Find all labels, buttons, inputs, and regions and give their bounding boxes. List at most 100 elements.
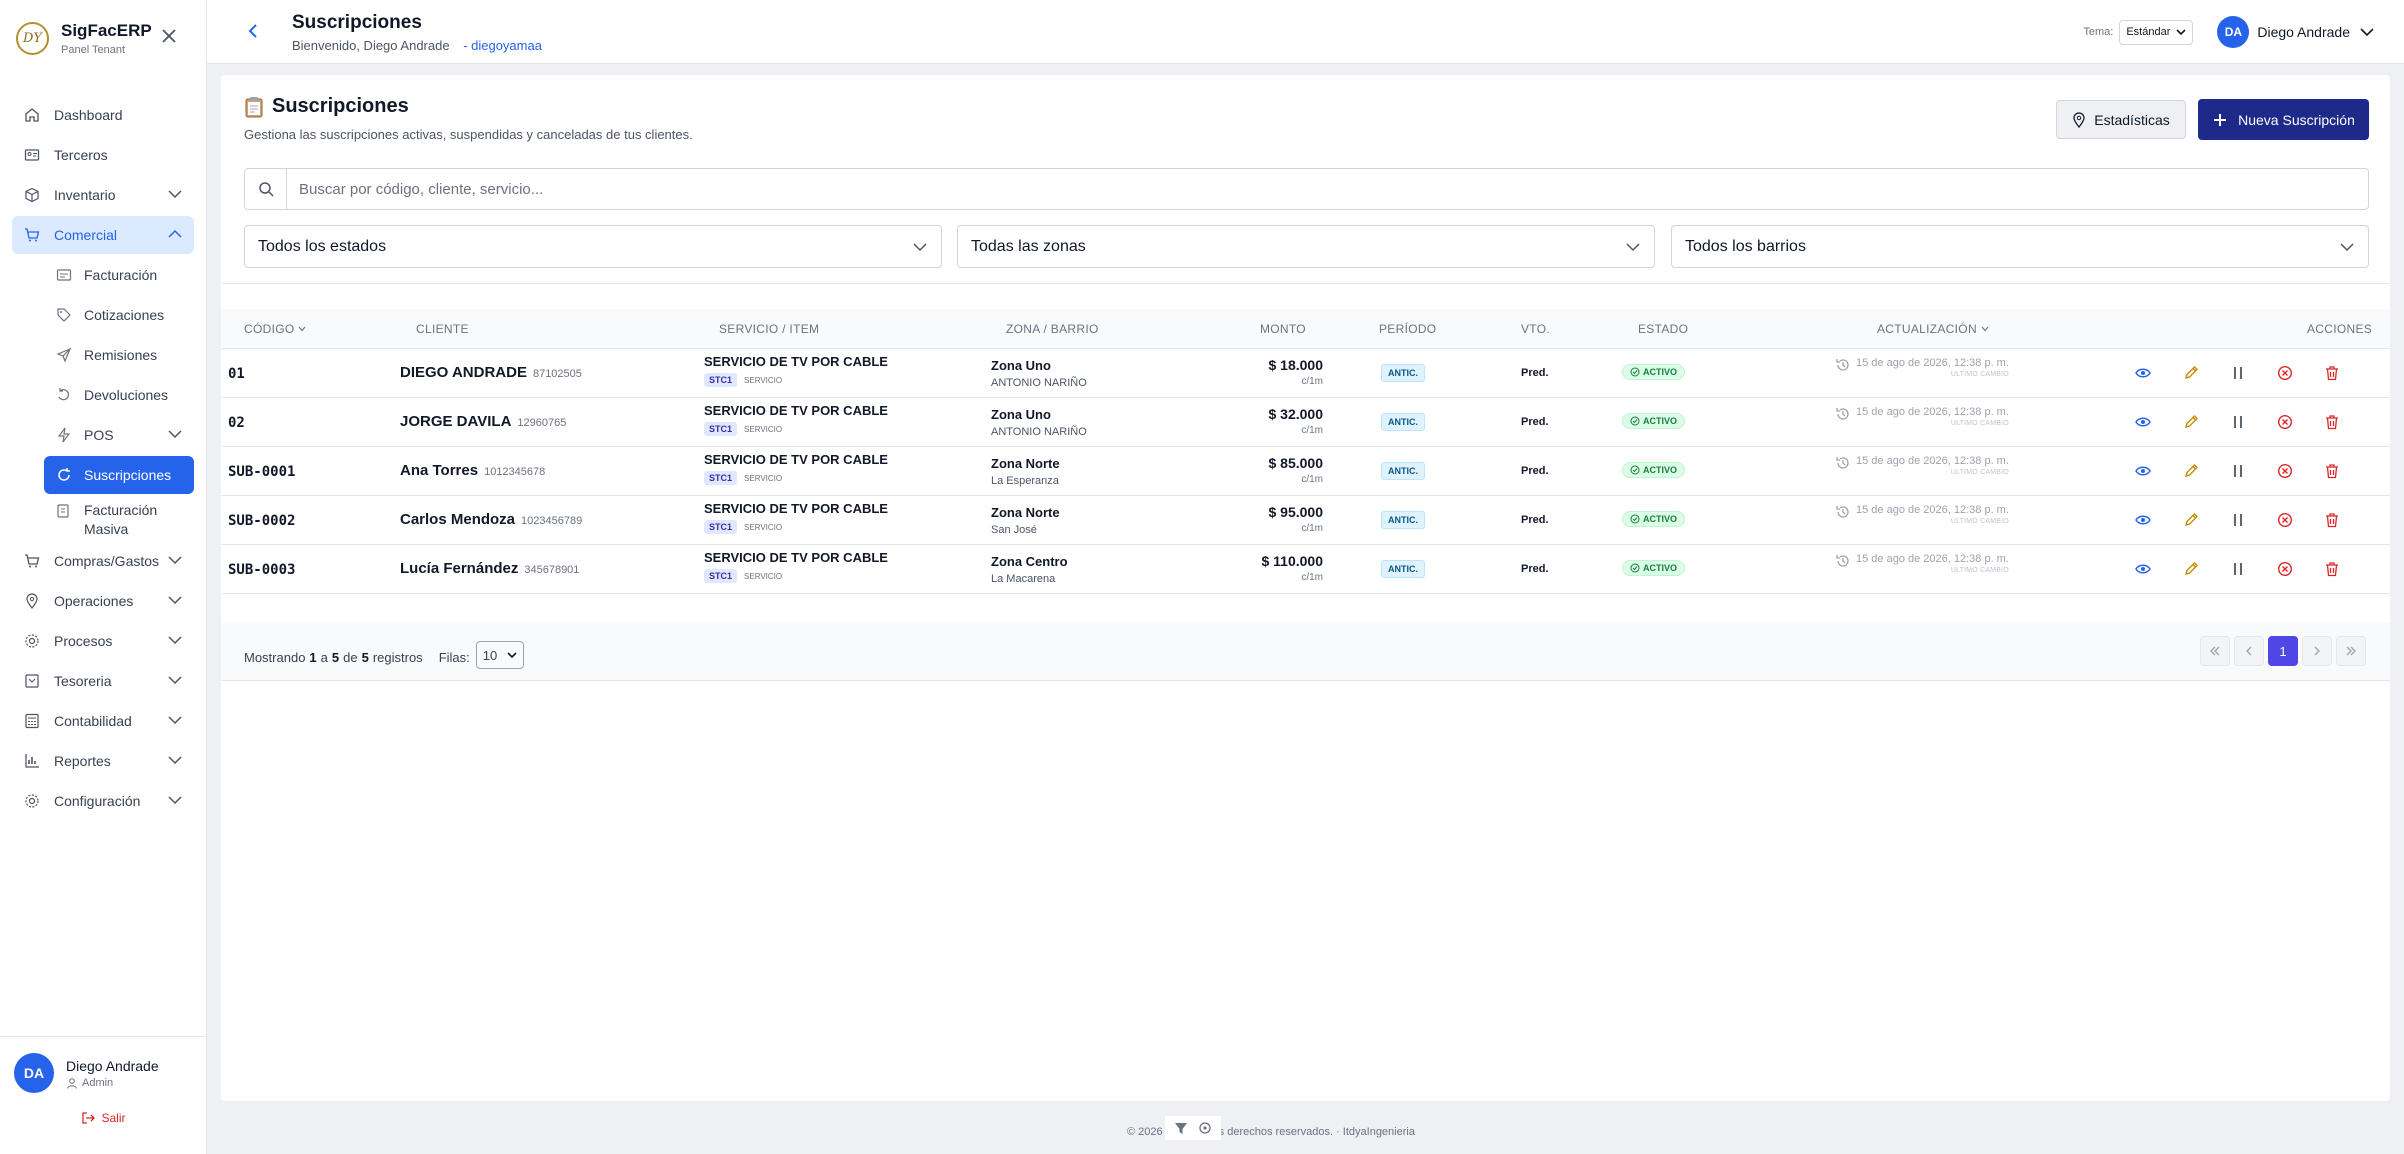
new-subscription-button[interactable]: Nueva Suscripción xyxy=(2198,99,2369,140)
cancel-button[interactable] xyxy=(2274,460,2296,482)
chevron-down-icon[interactable] xyxy=(2360,27,2374,37)
theme-select[interactable]: Estándar xyxy=(2119,19,2194,45)
sub-item-facturacion[interactable]: Facturación xyxy=(44,256,194,294)
page-button-current[interactable]: 1 xyxy=(2268,636,2298,666)
suspend-button[interactable] xyxy=(2227,558,2249,580)
suspend-button[interactable] xyxy=(2227,460,2249,482)
id-card-icon xyxy=(24,149,40,161)
edit-button[interactable] xyxy=(2180,362,2202,384)
updated-date: 15 de ago de 2026, 12:38 p. m. xyxy=(1856,406,2009,418)
nav-item-contabilidad[interactable]: Contabilidad xyxy=(12,702,194,740)
edit-button[interactable] xyxy=(2180,509,2202,531)
amount-cell: $ 85.000 c/1m xyxy=(1269,455,1324,485)
next-page-button[interactable] xyxy=(2302,636,2332,666)
nav-item-inventario[interactable]: Inventario xyxy=(12,176,194,214)
stack-icon xyxy=(57,504,69,518)
sub-item-devoluciones[interactable]: Devoluciones xyxy=(44,376,194,414)
search-box[interactable]: Buscar por código, cliente, servicio... xyxy=(244,168,2369,210)
col-vto: VTO. xyxy=(1521,322,1550,336)
service-name: SERVICIO DE TV POR CABLE xyxy=(704,452,888,467)
suspend-button[interactable] xyxy=(2227,362,2249,384)
view-button[interactable] xyxy=(2132,558,2154,580)
table-row[interactable]: 02 JORGE DAVILA 12960765 SERVICIO DE TV POR… xyxy=(221,398,2390,447)
nav-item-compras[interactable]: Compras/Gastos xyxy=(12,542,194,580)
tenant-link[interactable]: - diegoyamaa xyxy=(463,38,542,53)
logout-button[interactable]: Salir xyxy=(14,1111,193,1125)
avatar[interactable]: DA xyxy=(2217,16,2250,48)
table-row[interactable]: SUB-0001 Ana Torres 1012345678 SERVICIO DE … xyxy=(221,447,2390,496)
page-title: Suscripciones xyxy=(292,12,422,33)
cancel-button[interactable] xyxy=(2274,411,2296,433)
status-label: ACTIVO xyxy=(1643,416,1678,426)
first-page-button[interactable] xyxy=(2200,636,2230,666)
status-label: ACTIVO xyxy=(1643,563,1678,573)
col-actualizacion[interactable]: ACTUALIZACIÓN xyxy=(1877,322,1989,336)
sub-item-facturacion-masiva[interactable]: Facturación Masiva xyxy=(44,496,194,540)
table-row[interactable]: SUB-0003 Lucía Fernández 345678901 SERVICIO… xyxy=(221,545,2390,594)
cancel-button[interactable] xyxy=(2274,558,2296,580)
status-filter[interactable]: Todos los estados xyxy=(244,225,942,268)
rows-per-page-select[interactable]: 10 xyxy=(475,641,525,669)
view-button[interactable] xyxy=(2132,362,2154,384)
vault-icon xyxy=(25,674,39,688)
updated-date: 15 de ago de 2026, 12:38 p. m. xyxy=(1856,504,2009,516)
cancel-button[interactable] xyxy=(2274,509,2296,531)
edit-button[interactable] xyxy=(2180,411,2202,433)
chevron-left-icon[interactable] xyxy=(247,24,259,38)
nav-item-terceros[interactable]: Terceros xyxy=(12,136,194,174)
updated-label: ULTIMO CAMBIO xyxy=(1950,567,2009,574)
subscription-code: SUB-0002 xyxy=(228,513,296,529)
nav-item-configuracion[interactable]: Configuración xyxy=(12,782,194,820)
suspend-button[interactable] xyxy=(2227,411,2249,433)
suspend-button[interactable] xyxy=(2227,509,2249,531)
status-label: ACTIVO xyxy=(1643,367,1678,377)
col-label: ACCIONES xyxy=(2307,322,2373,336)
delete-button[interactable] xyxy=(2321,362,2343,384)
delete-button[interactable] xyxy=(2321,558,2343,580)
nav-item-operaciones[interactable]: Operaciones xyxy=(12,582,194,620)
barrio-filter[interactable]: Todos los barrios xyxy=(1671,225,2369,268)
amount-cell: $ 110.000 c/1m xyxy=(1261,553,1323,583)
barrio-name: La Macarena xyxy=(991,573,1056,585)
user-menu[interactable]: Diego Andrade xyxy=(2257,24,2350,40)
status-label: ACTIVO xyxy=(1643,514,1678,524)
edit-button[interactable] xyxy=(2180,558,2202,580)
avatar[interactable]: DA xyxy=(14,1053,54,1093)
cancel-button[interactable] xyxy=(2274,362,2296,384)
target-icon[interactable] xyxy=(1197,1120,1213,1136)
sub-item-cotizaciones[interactable]: Cotizaciones xyxy=(44,296,194,334)
delete-button[interactable] xyxy=(2321,411,2343,433)
sub-item-remisiones[interactable]: Remisiones xyxy=(44,336,194,374)
nav-item-reportes[interactable]: Reportes xyxy=(12,742,194,780)
zone-filter[interactable]: Todas las zonas xyxy=(957,225,1655,268)
table-row[interactable]: 01 DIEGO ANDRADE 87102505 SERVICIO DE TV PO… xyxy=(221,349,2390,398)
delete-button[interactable] xyxy=(2321,509,2343,531)
sub-item-suscripciones[interactable]: Suscripciones xyxy=(44,456,194,494)
history-icon xyxy=(1836,359,1849,371)
view-button[interactable] xyxy=(2132,509,2154,531)
sub-item-pos[interactable]: POS xyxy=(44,416,194,454)
statistics-button[interactable]: Estadísticas xyxy=(2056,100,2186,139)
chevron-down-icon xyxy=(2340,243,2354,252)
delete-button[interactable] xyxy=(2321,460,2343,482)
nav-item-procesos[interactable]: Procesos xyxy=(12,622,194,660)
nav-item-dashboard[interactable]: Dashboard xyxy=(12,96,194,134)
close-icon[interactable] xyxy=(160,27,178,45)
zone-name: Zona Uno xyxy=(991,407,1051,422)
nav-item-tesoreria[interactable]: Tesoreria xyxy=(12,662,194,700)
last-page-button[interactable] xyxy=(2336,636,2366,666)
col-codigo[interactable]: CÓDIGO xyxy=(244,322,306,336)
filter-icon[interactable] xyxy=(1173,1120,1189,1136)
edit-button[interactable] xyxy=(2180,460,2202,482)
nav-item-comercial[interactable]: Comercial xyxy=(12,216,194,254)
prev-page-button[interactable] xyxy=(2234,636,2264,666)
barrio-filter-value: Todos los barrios xyxy=(1685,237,1806,255)
view-button[interactable] xyxy=(2132,460,2154,482)
service-tag: STC1 xyxy=(704,520,738,534)
updated-label: ULTIMO CAMBIO xyxy=(1950,518,2009,525)
view-button[interactable] xyxy=(2132,411,2154,433)
search-input[interactable]: Buscar por código, cliente, servicio... xyxy=(287,181,2368,198)
zone-name: Zona Uno xyxy=(991,358,1051,373)
client-label: JORGE DAVILA xyxy=(400,413,512,430)
table-row[interactable]: SUB-0002 Carlos Mendoza 1023456789 SERVICIO… xyxy=(221,496,2390,545)
